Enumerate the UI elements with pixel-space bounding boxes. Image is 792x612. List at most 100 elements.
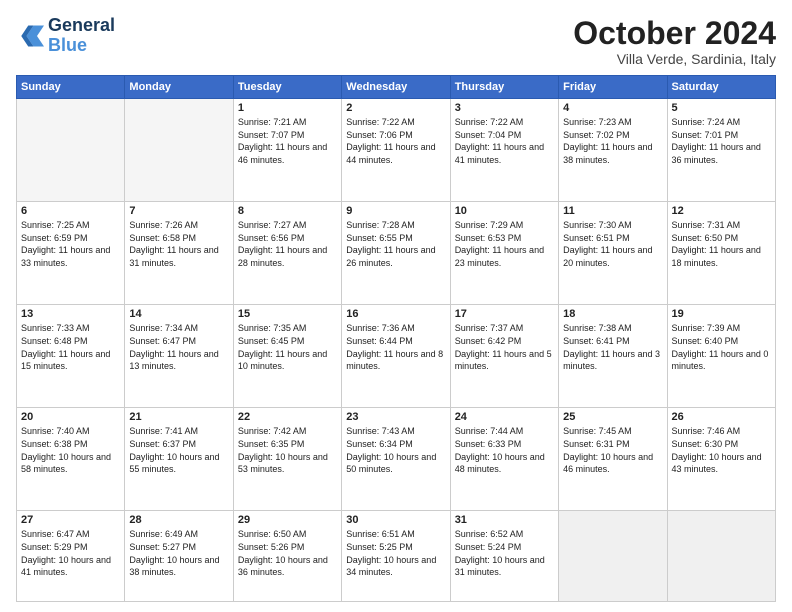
day-number: 17 [455, 308, 554, 320]
calendar-cell: 29 Sunrise: 6:50 AM Sunset: 5:26 PM Dayli… [233, 511, 341, 602]
day-info: Sunrise: 7:30 AM Sunset: 6:51 PM Dayligh… [563, 219, 662, 269]
day-number: 8 [238, 205, 337, 217]
calendar-cell: 23 Sunrise: 7:43 AM Sunset: 6:34 PM Dayli… [342, 408, 450, 511]
day-info: Sunrise: 6:49 AM Sunset: 5:27 PM Dayligh… [129, 528, 228, 578]
day-info: Sunrise: 6:47 AM Sunset: 5:29 PM Dayligh… [21, 528, 120, 578]
calendar-cell: 14Sunrise: 7:34 AM Sunset: 6:47 PM Dayli… [125, 305, 233, 408]
logo: General Blue [16, 16, 115, 56]
header: General Blue October 2024 Villa Verde, S… [16, 16, 776, 67]
day-number: 21 [129, 411, 228, 423]
weekday-header: Monday [125, 76, 233, 99]
day-number: 29 [238, 514, 337, 526]
day-info: Sunrise: 7:22 AM Sunset: 7:04 PM Dayligh… [455, 116, 554, 166]
calendar-cell: 5 Sunrise: 7:24 AM Sunset: 7:01 PM Daylig… [667, 99, 775, 202]
day-info: Sunrise: 7:31 AM Sunset: 6:50 PM Dayligh… [672, 219, 771, 269]
calendar-cell: 8 Sunrise: 7:27 AM Sunset: 6:56 PM Daylig… [233, 202, 341, 305]
day-number: 6 [21, 205, 120, 217]
day-info: Sunrise: 7:40 AM Sunset: 6:38 PM Dayligh… [21, 425, 120, 475]
weekday-header: Wednesday [342, 76, 450, 99]
day-info: Sunrise: 7:21 AM Sunset: 7:07 PM Dayligh… [238, 116, 337, 166]
day-number: 16 [346, 308, 445, 320]
calendar-cell [559, 511, 667, 602]
calendar-cell [125, 99, 233, 202]
calendar-cell: 4 Sunrise: 7:23 AM Sunset: 7:02 PM Daylig… [559, 99, 667, 202]
calendar-cell: 1 Sunrise: 7:21 AM Sunset: 7:07 PM Daylig… [233, 99, 341, 202]
calendar-cell: 18 Sunrise: 7:38 AM Sunset: 6:41 PM Dayli… [559, 305, 667, 408]
calendar-cell: 25 Sunrise: 7:45 AM Sunset: 6:31 PM Dayli… [559, 408, 667, 511]
calendar-cell: 21 Sunrise: 7:41 AM Sunset: 6:37 PM Dayli… [125, 408, 233, 511]
weekday-header: Thursday [450, 76, 558, 99]
logo-icon [16, 22, 44, 50]
calendar-cell: 26 Sunrise: 7:46 AM Sunset: 6:30 PM Dayli… [667, 408, 775, 511]
day-number: 14 [129, 308, 228, 320]
day-info: Sunrise: 7:41 AM Sunset: 6:37 PM Dayligh… [129, 425, 228, 475]
day-number: 1 [238, 102, 337, 114]
day-number: 20 [21, 411, 120, 423]
day-info: Sunrise: 7:24 AM Sunset: 7:01 PM Dayligh… [672, 116, 771, 166]
calendar-cell: 20 Sunrise: 7:40 AM Sunset: 6:38 PM Dayli… [17, 408, 125, 511]
day-info: Sunrise: 7:28 AM Sunset: 6:55 PM Dayligh… [346, 219, 445, 269]
day-info: Sunrise: 7:37 AM Sunset: 6:42 PM Dayligh… [455, 322, 554, 372]
day-number: 4 [563, 102, 662, 114]
day-info: Sunrise: 7:44 AM Sunset: 6:33 PM Dayligh… [455, 425, 554, 475]
calendar-cell: 22 Sunrise: 7:42 AM Sunset: 6:35 PM Dayli… [233, 408, 341, 511]
day-info: Sunrise: 7:42 AM Sunset: 6:35 PM Dayligh… [238, 425, 337, 475]
day-info: Sunrise: 7:38 AM Sunset: 6:41 PM Dayligh… [563, 322, 662, 372]
calendar-cell: 24 Sunrise: 7:44 AM Sunset: 6:33 PM Dayli… [450, 408, 558, 511]
page: General Blue October 2024 Villa Verde, S… [0, 0, 792, 612]
calendar-cell: 10 Sunrise: 7:29 AM Sunset: 6:53 PM Dayli… [450, 202, 558, 305]
calendar-cell: 7 Sunrise: 7:26 AM Sunset: 6:58 PM Daylig… [125, 202, 233, 305]
day-number: 15 [238, 308, 337, 320]
day-number: 18 [563, 308, 662, 320]
calendar-cell: 17 Sunrise: 7:37 AM Sunset: 6:42 PM Dayli… [450, 305, 558, 408]
day-info: Sunrise: 6:50 AM Sunset: 5:26 PM Dayligh… [238, 528, 337, 578]
subtitle: Villa Verde, Sardinia, Italy [573, 51, 776, 67]
day-number: 10 [455, 205, 554, 217]
day-number: 11 [563, 205, 662, 217]
day-info: Sunrise: 6:51 AM Sunset: 5:25 PM Dayligh… [346, 528, 445, 578]
day-info: Sunrise: 6:52 AM Sunset: 5:24 PM Dayligh… [455, 528, 554, 578]
day-number: 7 [129, 205, 228, 217]
weekday-header: Sunday [17, 76, 125, 99]
calendar-cell: 12 Sunrise: 7:31 AM Sunset: 6:50 PM Dayli… [667, 202, 775, 305]
calendar-cell: 6 Sunrise: 7:25 AM Sunset: 6:59 PM Daylig… [17, 202, 125, 305]
day-info: Sunrise: 7:29 AM Sunset: 6:53 PM Dayligh… [455, 219, 554, 269]
calendar: SundayMondayTuesdayWednesdayThursdayFrid… [16, 75, 776, 602]
calendar-cell: 13Sunrise: 7:33 AM Sunset: 6:48 PM Dayli… [17, 305, 125, 408]
calendar-cell: 9Sunrise: 7:28 AM Sunset: 6:55 PM Daylig… [342, 202, 450, 305]
day-number: 28 [129, 514, 228, 526]
day-number: 31 [455, 514, 554, 526]
calendar-cell: 11 Sunrise: 7:30 AM Sunset: 6:51 PM Dayli… [559, 202, 667, 305]
day-number: 5 [672, 102, 771, 114]
day-number: 30 [346, 514, 445, 526]
month-title: October 2024 [573, 16, 776, 51]
day-number: 26 [672, 411, 771, 423]
calendar-cell: 3 Sunrise: 7:22 AM Sunset: 7:04 PM Daylig… [450, 99, 558, 202]
day-number: 3 [455, 102, 554, 114]
calendar-cell [667, 511, 775, 602]
day-info: Sunrise: 7:36 AM Sunset: 6:44 PM Dayligh… [346, 322, 445, 372]
day-number: 23 [346, 411, 445, 423]
day-info: Sunrise: 7:33 AM Sunset: 6:48 PM Dayligh… [21, 322, 120, 372]
calendar-cell: 27 Sunrise: 6:47 AM Sunset: 5:29 PM Dayli… [17, 511, 125, 602]
calendar-cell: 2Sunrise: 7:22 AM Sunset: 7:06 PM Daylig… [342, 99, 450, 202]
day-number: 25 [563, 411, 662, 423]
day-number: 22 [238, 411, 337, 423]
day-info: Sunrise: 7:26 AM Sunset: 6:58 PM Dayligh… [129, 219, 228, 269]
day-info: Sunrise: 7:35 AM Sunset: 6:45 PM Dayligh… [238, 322, 337, 372]
calendar-cell: 16 Sunrise: 7:36 AM Sunset: 6:44 PM Dayli… [342, 305, 450, 408]
weekday-header: Tuesday [233, 76, 341, 99]
calendar-cell: 30 Sunrise: 6:51 AM Sunset: 5:25 PM Dayli… [342, 511, 450, 602]
day-info: Sunrise: 7:45 AM Sunset: 6:31 PM Dayligh… [563, 425, 662, 475]
day-info: Sunrise: 7:27 AM Sunset: 6:56 PM Dayligh… [238, 219, 337, 269]
day-number: 24 [455, 411, 554, 423]
day-info: Sunrise: 7:25 AM Sunset: 6:59 PM Dayligh… [21, 219, 120, 269]
weekday-header: Saturday [667, 76, 775, 99]
calendar-cell: 28 Sunrise: 6:49 AM Sunset: 5:27 PM Dayli… [125, 511, 233, 602]
day-number: 12 [672, 205, 771, 217]
day-info: Sunrise: 7:46 AM Sunset: 6:30 PM Dayligh… [672, 425, 771, 475]
day-info: Sunrise: 7:23 AM Sunset: 7:02 PM Dayligh… [563, 116, 662, 166]
day-info: Sunrise: 7:43 AM Sunset: 6:34 PM Dayligh… [346, 425, 445, 475]
day-number: 27 [21, 514, 120, 526]
calendar-cell: 19Sunrise: 7:39 AM Sunset: 6:40 PM Dayli… [667, 305, 775, 408]
